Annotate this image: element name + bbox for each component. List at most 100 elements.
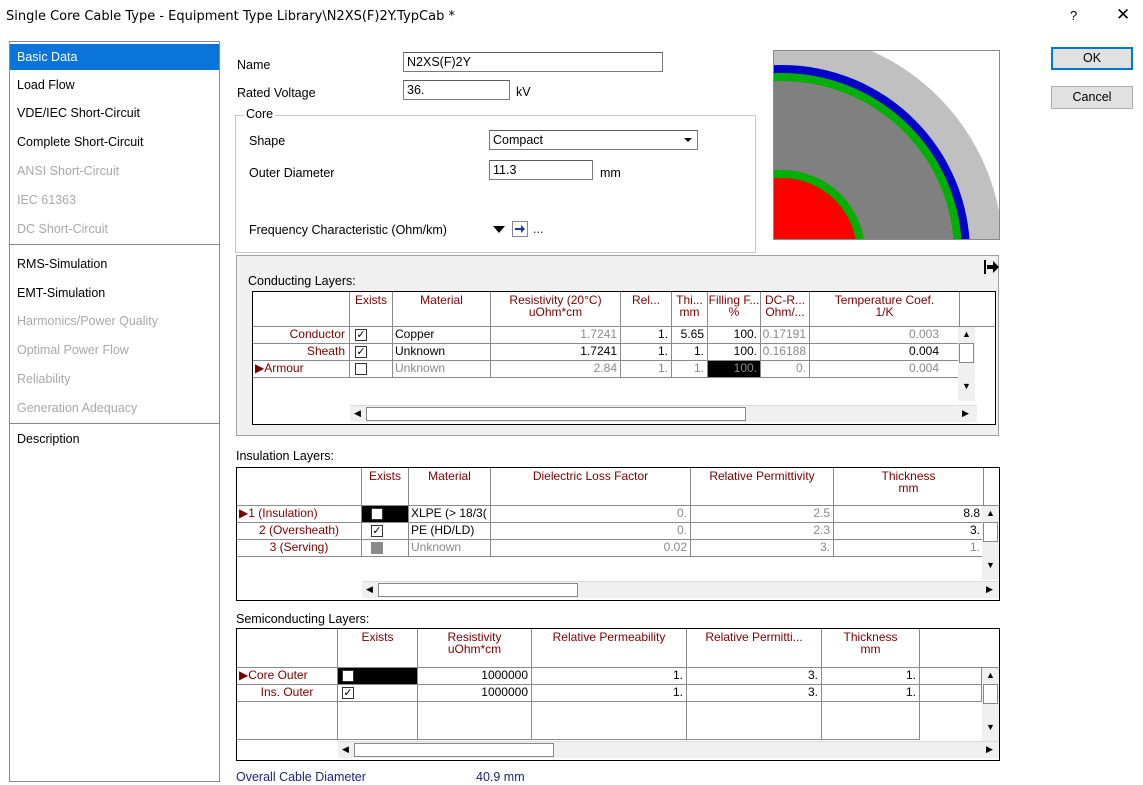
sidebar-item-dc-short-circuit[interactable]: DC Short-Circuit bbox=[10, 216, 219, 242]
temp-coef-cell[interactable]: 0.004 bbox=[810, 344, 960, 361]
outer-diameter-input[interactable]: 11.3 bbox=[489, 160, 593, 180]
help-button[interactable]: ? bbox=[1070, 8, 1077, 23]
arrow-right-icon[interactable] bbox=[984, 259, 1000, 275]
conductor-exists-checkbox[interactable]: ✓ bbox=[355, 329, 367, 341]
thickness-cell[interactable]: 1. bbox=[834, 540, 984, 557]
insulation-exists-checkbox[interactable]: ✓ bbox=[371, 508, 383, 520]
row-header-ins-outer[interactable]: Ins. Outer bbox=[237, 685, 338, 702]
row-header-core-outer[interactable]: ▶Core Outer bbox=[237, 668, 338, 685]
permittivity-cell[interactable]: 3. bbox=[687, 685, 822, 702]
chevron-down-icon[interactable] bbox=[680, 132, 696, 148]
sidebar-item-harmonics[interactable]: Harmonics/Power Quality bbox=[10, 308, 219, 334]
sidebar-item-load-flow[interactable]: Load Flow bbox=[10, 72, 219, 98]
permeability-cell[interactable]: 1. bbox=[532, 668, 687, 685]
permeability-cell[interactable]: 1. bbox=[532, 685, 687, 702]
scroll-thumb[interactable] bbox=[983, 522, 998, 542]
temp-coef-cell[interactable]: 0.003 bbox=[810, 327, 960, 344]
scroll-left-icon[interactable]: ◀ bbox=[350, 406, 365, 421]
scroll-up-icon[interactable]: ▲ bbox=[983, 668, 998, 683]
armour-exists-checkbox[interactable] bbox=[355, 363, 367, 375]
permittivity-cell[interactable]: 2.3 bbox=[691, 523, 834, 540]
scroll-right-icon[interactable]: ▶ bbox=[982, 742, 997, 757]
sidebar-item-rms-simulation[interactable]: RMS-Simulation bbox=[10, 251, 219, 277]
core-outer-exists-checkbox[interactable]: ✓ bbox=[342, 670, 354, 682]
thickness-cell[interactable]: 5.65 bbox=[672, 327, 708, 344]
resistivity-cell[interactable]: 1000000 bbox=[418, 685, 532, 702]
shape-select[interactable]: Compact bbox=[489, 130, 698, 150]
thickness-cell[interactable]: 8.8 bbox=[834, 506, 984, 523]
vertical-scrollbar[interactable]: ▲ ▼ bbox=[982, 668, 999, 741]
resistivity-cell[interactable]: 1.7241 bbox=[491, 327, 621, 344]
material-cell[interactable]: Unknown bbox=[409, 540, 491, 557]
vertical-scrollbar[interactable]: ▲ ▼ bbox=[982, 506, 999, 580]
material-cell[interactable]: Unknown bbox=[393, 361, 491, 378]
sheath-exists-checkbox[interactable]: ✓ bbox=[355, 346, 367, 358]
dielectric-loss-cell[interactable]: 0. bbox=[491, 523, 691, 540]
filling-cell[interactable]: 100. bbox=[708, 327, 761, 344]
sidebar-item-reliability[interactable]: Reliability bbox=[10, 366, 219, 392]
resistivity-cell[interactable]: 2.84 bbox=[491, 361, 621, 378]
scroll-down-icon[interactable]: ▼ bbox=[959, 379, 974, 394]
sidebar-item-optimal-power-flow[interactable]: Optimal Power Flow bbox=[10, 337, 219, 363]
scroll-left-icon[interactable]: ◀ bbox=[362, 582, 377, 597]
scroll-left-icon[interactable]: ◀ bbox=[338, 742, 353, 757]
scroll-right-icon[interactable]: ▶ bbox=[982, 582, 997, 597]
sidebar-item-ansi-short-circuit[interactable]: ANSI Short-Circuit bbox=[10, 158, 219, 184]
row-header-sheath[interactable]: Sheath bbox=[253, 344, 350, 361]
scroll-up-icon[interactable]: ▲ bbox=[959, 327, 974, 342]
scroll-thumb[interactable] bbox=[354, 743, 554, 757]
vertical-scrollbar[interactable]: ▲ ▼ bbox=[958, 327, 975, 401]
thickness-cell[interactable]: 1. bbox=[672, 344, 708, 361]
thickness-cell[interactable]: 1. bbox=[822, 685, 920, 702]
rel-cell[interactable]: 1. bbox=[621, 327, 672, 344]
sidebar-item-complete-short-circuit[interactable]: Complete Short-Circuit bbox=[10, 129, 219, 155]
serving-exists-checkbox[interactable] bbox=[371, 542, 383, 554]
scroll-thumb[interactable] bbox=[378, 583, 578, 597]
thickness-cell[interactable]: 1. bbox=[822, 668, 920, 685]
row-header-serving[interactable]: 3 (Serving) bbox=[237, 540, 362, 557]
row-header-conductor[interactable]: Conductor bbox=[253, 327, 350, 344]
oversheath-exists-checkbox[interactable]: ✓ bbox=[371, 525, 383, 537]
sidebar-item-description[interactable]: Description bbox=[10, 426, 219, 452]
horizontal-scrollbar[interactable]: ◀ ▶ bbox=[338, 741, 999, 758]
scroll-up-icon[interactable]: ▲ bbox=[983, 506, 998, 521]
dielectric-loss-cell[interactable]: 0.02 bbox=[491, 540, 691, 557]
ins-outer-exists-checkbox[interactable]: ✓ bbox=[342, 687, 354, 699]
scroll-thumb[interactable] bbox=[983, 684, 998, 704]
name-input[interactable]: N2XS(F)2Y bbox=[403, 52, 663, 72]
close-button[interactable]: ✕ bbox=[1116, 5, 1130, 25]
rel-cell[interactable]: 1. bbox=[621, 344, 672, 361]
scroll-right-icon[interactable]: ▶ bbox=[958, 406, 973, 421]
ok-button[interactable]: OK bbox=[1051, 47, 1133, 70]
rel-cell[interactable]: 1. bbox=[621, 361, 672, 378]
row-header-insulation[interactable]: ▶1 (Insulation) bbox=[237, 506, 362, 523]
scroll-down-icon[interactable]: ▼ bbox=[983, 720, 998, 735]
sidebar-item-basic-data[interactable]: Basic Data bbox=[10, 44, 219, 70]
filling-cell-selected[interactable]: 100. bbox=[708, 361, 761, 378]
sidebar-item-vde-iec-short-circuit[interactable]: VDE/IEC Short-Circuit bbox=[10, 100, 219, 126]
material-cell[interactable]: Copper bbox=[393, 327, 491, 344]
material-cell[interactable]: PE (HD/LD) bbox=[409, 523, 491, 540]
frequency-more-button[interactable]: ... bbox=[533, 222, 543, 236]
permittivity-cell[interactable]: 3. bbox=[687, 668, 822, 685]
filling-cell[interactable]: 100. bbox=[708, 344, 761, 361]
permittivity-cell[interactable]: 3. bbox=[691, 540, 834, 557]
scroll-down-icon[interactable]: ▼ bbox=[983, 558, 998, 573]
cancel-button[interactable]: Cancel bbox=[1051, 86, 1133, 109]
resistivity-cell[interactable]: 1000000 bbox=[418, 668, 532, 685]
temp-coef-cell[interactable]: 0.004 bbox=[810, 361, 960, 378]
scroll-thumb[interactable] bbox=[366, 407, 746, 421]
sidebar-item-iec-61363[interactable]: IEC 61363 bbox=[10, 187, 219, 213]
horizontal-scrollbar[interactable]: ◀ ▶ bbox=[362, 581, 999, 598]
material-cell[interactable]: Unknown bbox=[393, 344, 491, 361]
row-header-oversheath[interactable]: 2 (Oversheath) bbox=[237, 523, 362, 540]
arrow-right-icon[interactable] bbox=[512, 221, 528, 237]
dielectric-loss-cell[interactable]: 0. bbox=[491, 506, 691, 523]
dropdown-arrow-icon[interactable] bbox=[491, 221, 507, 237]
sidebar-item-emt-simulation[interactable]: EMT-Simulation bbox=[10, 280, 219, 306]
material-cell[interactable]: XLPE (> 18/3( bbox=[409, 506, 491, 523]
resistivity-cell[interactable]: 1.7241 bbox=[491, 344, 621, 361]
horizontal-scrollbar[interactable]: ◀ ▶ bbox=[350, 405, 977, 422]
row-header-armour[interactable]: ▶Armour bbox=[253, 361, 350, 378]
thickness-cell[interactable]: 1. bbox=[672, 361, 708, 378]
